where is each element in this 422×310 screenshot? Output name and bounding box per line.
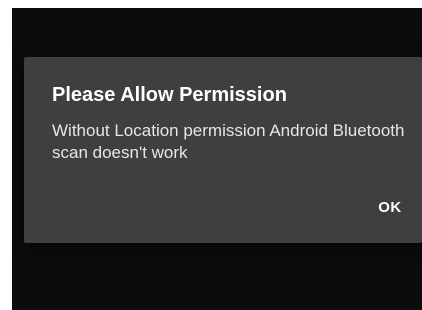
permission-dialog: Please Allow Permission Without Location… [24, 57, 422, 243]
app-screen: Please Allow Permission Without Location… [12, 8, 422, 310]
dialog-message: Without Location permission Android Blue… [52, 121, 405, 162]
dialog-title: Please Allow Permission [52, 84, 287, 106]
ok-button[interactable]: OK [364, 189, 416, 225]
